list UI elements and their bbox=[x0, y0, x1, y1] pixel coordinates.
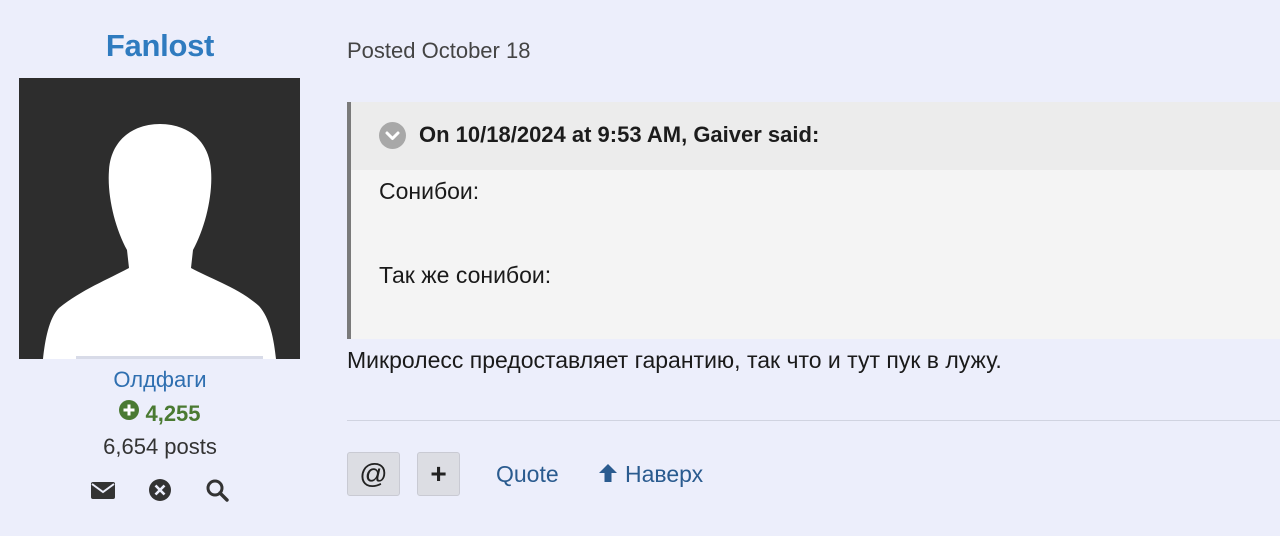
author-name-link[interactable]: Fanlost bbox=[0, 28, 320, 64]
multiquote-button[interactable]: + bbox=[417, 452, 460, 496]
default-avatar-silhouette bbox=[43, 124, 276, 359]
author-column: Fanlost Олдфаги 4,255 6,654 posts bbox=[0, 0, 320, 536]
quote-citation[interactable]: On 10/18/2024 at 9:53 AM, Gaiver said: bbox=[419, 122, 819, 148]
quote-link[interactable]: Quote bbox=[496, 461, 559, 488]
search-icon[interactable] bbox=[204, 478, 230, 502]
mention-button[interactable]: @ bbox=[347, 452, 400, 496]
reputation-value: 4,255 bbox=[145, 401, 201, 426]
quote-header: On 10/18/2024 at 9:53 AM, Gaiver said: bbox=[351, 102, 1280, 170]
post-controls: @ + Quote Наверх bbox=[347, 452, 1280, 496]
avatar[interactable] bbox=[19, 78, 300, 359]
quote-line: Сонибои: bbox=[379, 178, 480, 204]
chevron-down-icon[interactable] bbox=[379, 122, 406, 149]
back-to-top-label: Наверх bbox=[625, 461, 704, 487]
quote-line: Так же сонибои: bbox=[379, 262, 552, 288]
plus-circle-icon bbox=[119, 400, 140, 420]
reputation-badge: 4,255 bbox=[0, 400, 320, 427]
post-body: Микролесс предоставляет гарантию, так чт… bbox=[347, 347, 1002, 373]
back-to-top-link[interactable]: Наверх bbox=[597, 461, 703, 490]
arrow-up-icon bbox=[597, 462, 619, 490]
post-date: Posted October 18 bbox=[347, 38, 531, 63]
envelope-icon[interactable] bbox=[90, 478, 116, 502]
author-actions bbox=[90, 478, 230, 502]
post-divider bbox=[347, 420, 1280, 421]
avatar-divider bbox=[76, 356, 263, 359]
quote-block: On 10/18/2024 at 9:53 AM, Gaiver said: С… bbox=[347, 102, 1280, 339]
block-icon[interactable] bbox=[147, 478, 173, 502]
member-group: Олдфаги bbox=[113, 367, 207, 392]
post-count: 6,654 posts bbox=[103, 434, 217, 459]
